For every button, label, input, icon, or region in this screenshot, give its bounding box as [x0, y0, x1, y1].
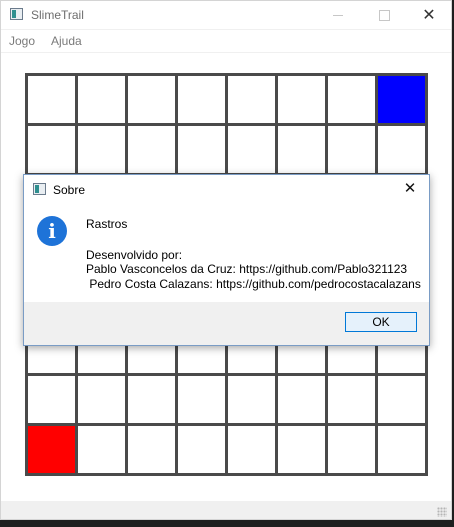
about-dialog: Sobre ✕ i Rastros Desenvolvido por: Pabl… — [23, 174, 430, 346]
board-cell[interactable] — [278, 426, 325, 473]
board-cell[interactable] — [278, 76, 325, 123]
board-cell[interactable] — [228, 426, 275, 473]
minimize-icon — [333, 14, 343, 16]
board-cell-red-goal[interactable] — [28, 426, 75, 473]
dialog-title-bar: Sobre ✕ — [24, 175, 429, 203]
app-icon — [10, 8, 23, 20]
board-cell[interactable] — [28, 376, 75, 423]
resize-grip-icon[interactable] — [437, 507, 447, 517]
board-cell[interactable] — [28, 76, 75, 123]
dialog-close-button[interactable]: ✕ — [401, 180, 419, 198]
board-cell[interactable] — [128, 76, 175, 123]
window-title: SlimeTrail — [31, 8, 84, 22]
board-cell[interactable] — [178, 376, 225, 423]
board-cell[interactable] — [328, 376, 375, 423]
board-cell[interactable] — [228, 376, 275, 423]
menu-ajuda[interactable]: Ajuda — [51, 34, 82, 48]
board-cell[interactable] — [228, 126, 275, 173]
info-icon: i — [37, 216, 67, 246]
board-cell[interactable] — [178, 126, 225, 173]
status-bar — [1, 501, 451, 519]
maximize-icon — [378, 9, 390, 21]
board-cell[interactable] — [278, 376, 325, 423]
dialog-footer: OK — [24, 302, 429, 345]
board-cell[interactable] — [78, 426, 125, 473]
board-cell[interactable] — [328, 126, 375, 173]
board-cell[interactable] — [128, 426, 175, 473]
board-cell[interactable] — [378, 126, 425, 173]
board-cell[interactable] — [378, 376, 425, 423]
dialog-line-1: Desenvolvido por: — [86, 248, 183, 262]
menu-jogo[interactable]: Jogo — [9, 34, 35, 48]
ok-button[interactable]: OK — [345, 312, 417, 332]
maximize-button[interactable] — [361, 1, 407, 29]
board-cell[interactable] — [278, 126, 325, 173]
board-cell[interactable] — [228, 76, 275, 123]
dialog-line-2: Pablo Vasconcelos da Cruz: https://githu… — [86, 262, 408, 276]
board-cell[interactable] — [28, 126, 75, 173]
board-cell[interactable] — [128, 376, 175, 423]
dialog-line-3: Pedro Costa Calazans: https://github.com… — [86, 277, 421, 291]
board-cell[interactable] — [328, 76, 375, 123]
dialog-title: Sobre — [53, 183, 86, 197]
board-cell[interactable] — [178, 426, 225, 473]
board-cell[interactable] — [378, 426, 425, 473]
board-cell[interactable] — [78, 376, 125, 423]
board-cell[interactable] — [128, 126, 175, 173]
board-cell[interactable] — [178, 76, 225, 123]
board-cell[interactable] — [328, 426, 375, 473]
close-button[interactable]: ✕ — [406, 1, 452, 29]
board-cell[interactable] — [78, 126, 125, 173]
minimize-button[interactable] — [315, 1, 361, 29]
dialog-heading: Rastros — [86, 217, 128, 231]
title-bar: SlimeTrail ✕ — [1, 1, 451, 29]
menu-bar: Jogo Ajuda — [1, 30, 451, 52]
dialog-app-icon — [33, 183, 46, 195]
board-cell[interactable] — [78, 76, 125, 123]
board-cell-blue-goal[interactable] — [378, 76, 425, 123]
close-icon: ✕ — [422, 7, 436, 24]
